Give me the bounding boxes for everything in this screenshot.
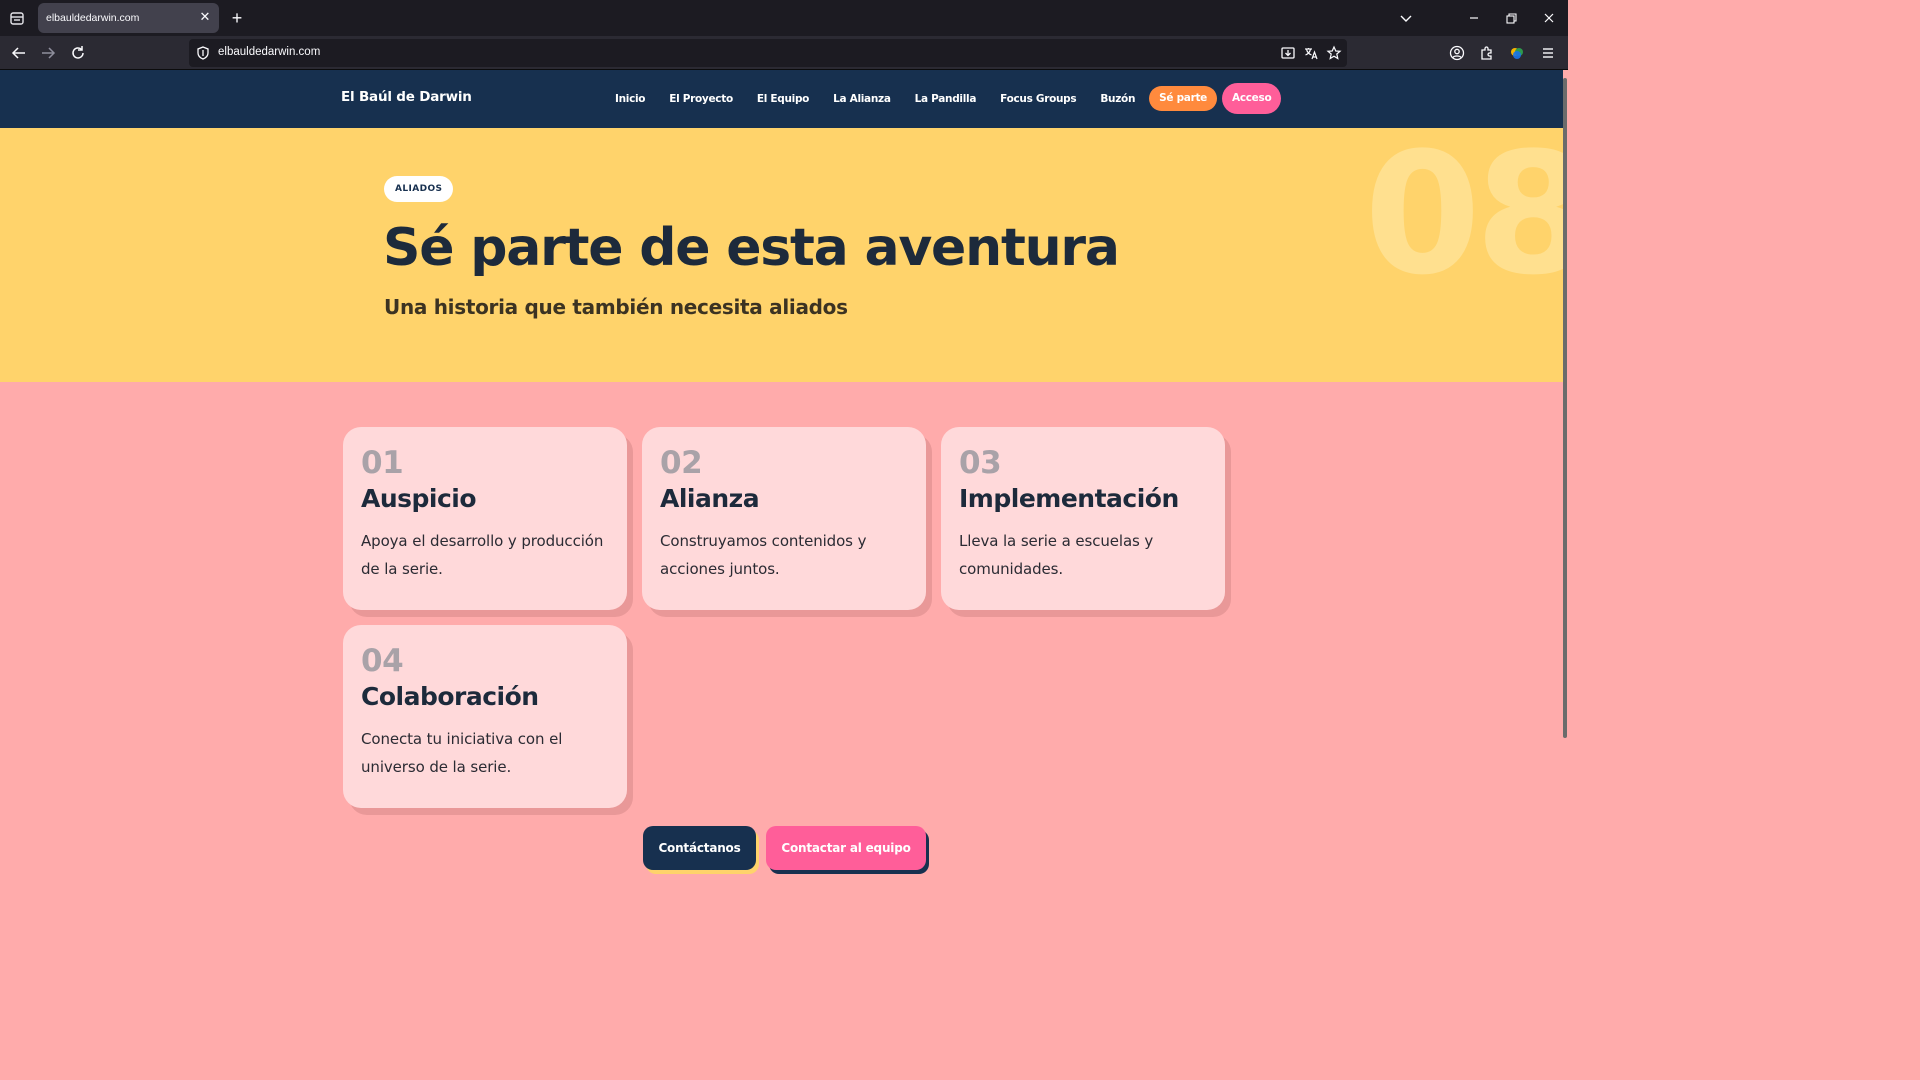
browser-tab-active[interactable]: elbauldedarwin.com ✕ <box>38 3 219 33</box>
card-implementacion: 03 Implementación Lleva la serie a escue… <box>941 427 1225 610</box>
nav-link-el-equipo[interactable]: El Equipo <box>757 93 810 105</box>
restore-icon[interactable] <box>1503 10 1519 26</box>
minimize-icon[interactable] <box>1466 10 1482 26</box>
account-icon[interactable] <box>1448 44 1466 62</box>
translate-icon[interactable] <box>1303 45 1319 61</box>
tab-list-icon[interactable] <box>8 9 26 27</box>
close-icon[interactable]: ✕ <box>197 10 213 26</box>
card-auspicio: 01 Auspicio Apoya el desarrollo y produc… <box>343 427 627 610</box>
chevron-down-icon[interactable] <box>1398 10 1414 26</box>
scrollbar-thumb[interactable] <box>1563 78 1567 738</box>
browser-nav-bar: elbauldedarwin.com <box>0 36 1568 70</box>
nav-link-el-proyecto[interactable]: El Proyecto <box>669 93 733 105</box>
page-title: Sé parte de esta aventura <box>383 218 1120 278</box>
nav-link-buzon[interactable]: Buzón <box>1100 93 1135 105</box>
site-header: El Baúl de Darwin Inicio El Proyecto El … <box>0 70 1563 128</box>
site-brand[interactable]: El Baúl de Darwin <box>341 89 472 105</box>
url-text[interactable]: elbauldedarwin.com <box>218 46 320 58</box>
section-badge: ALIADOS <box>384 176 454 202</box>
card-description: Lleva la serie a escuelas y comunidades. <box>959 532 1154 578</box>
nav-link-la-pandilla[interactable]: La Pandilla <box>915 93 977 105</box>
shield-icon[interactable] <box>195 45 211 61</box>
card-number: 01 <box>361 445 404 481</box>
window-close-icon[interactable] <box>1541 10 1557 26</box>
page-subtitle: Una historia que también necesita aliado… <box>384 295 848 319</box>
acceso-button[interactable]: Acceso <box>1222 83 1282 114</box>
menu-icon[interactable] <box>1539 44 1557 62</box>
section-number: 08 <box>1364 128 1563 312</box>
addon-icon[interactable] <box>1508 44 1526 62</box>
card-number: 03 <box>959 445 1002 481</box>
nav-link-inicio[interactable]: Inicio <box>615 93 646 105</box>
install-icon[interactable] <box>1280 45 1296 61</box>
card-title: Implementación <box>959 484 1179 513</box>
card-description: Conecta tu iniciativa con el universo de… <box>361 730 563 776</box>
card-number: 02 <box>660 445 703 481</box>
forward-icon[interactable] <box>39 44 57 62</box>
card-description: Construyamos contenidos y acciones junto… <box>660 532 867 578</box>
nav-link-focus-groups[interactable]: Focus Groups <box>1000 93 1077 105</box>
nav-link-la-alianza[interactable]: La Alianza <box>833 93 891 105</box>
card-colaboracion: 04 Colaboración Conecta tu iniciativa co… <box>343 625 627 808</box>
url-bar[interactable]: elbauldedarwin.com <box>189 39 1347 67</box>
contactanos-button[interactable]: Contáctanos <box>643 826 756 870</box>
contactar-equipo-button[interactable]: Contactar al equipo <box>766 826 926 870</box>
bookmark-star-icon[interactable] <box>1326 45 1342 61</box>
card-title: Colaboración <box>361 682 539 711</box>
card-description: Apoya el desarrollo y producción de la s… <box>361 532 604 578</box>
extensions-icon[interactable] <box>1478 44 1496 62</box>
new-tab-icon[interactable]: + <box>228 9 246 27</box>
tab-title: elbauldedarwin.com <box>46 12 140 24</box>
browser-tab-bar: elbauldedarwin.com ✕ + <box>0 0 1568 36</box>
card-alianza: 02 Alianza Construyamos contenidos y acc… <box>642 427 926 610</box>
site-nav: Inicio El Proyecto El Equipo La Alianza … <box>603 83 1282 114</box>
se-parte-button[interactable]: Sé parte <box>1149 86 1217 111</box>
card-number: 04 <box>361 643 404 679</box>
page-scrollbar[interactable] <box>1563 70 1568 882</box>
card-title: Alianza <box>660 484 760 513</box>
back-icon[interactable] <box>10 44 28 62</box>
hero-section: 08 ALIADOS Sé parte de esta aventura Una… <box>0 128 1563 382</box>
reload-icon[interactable] <box>69 44 87 62</box>
card-title: Auspicio <box>361 484 477 513</box>
